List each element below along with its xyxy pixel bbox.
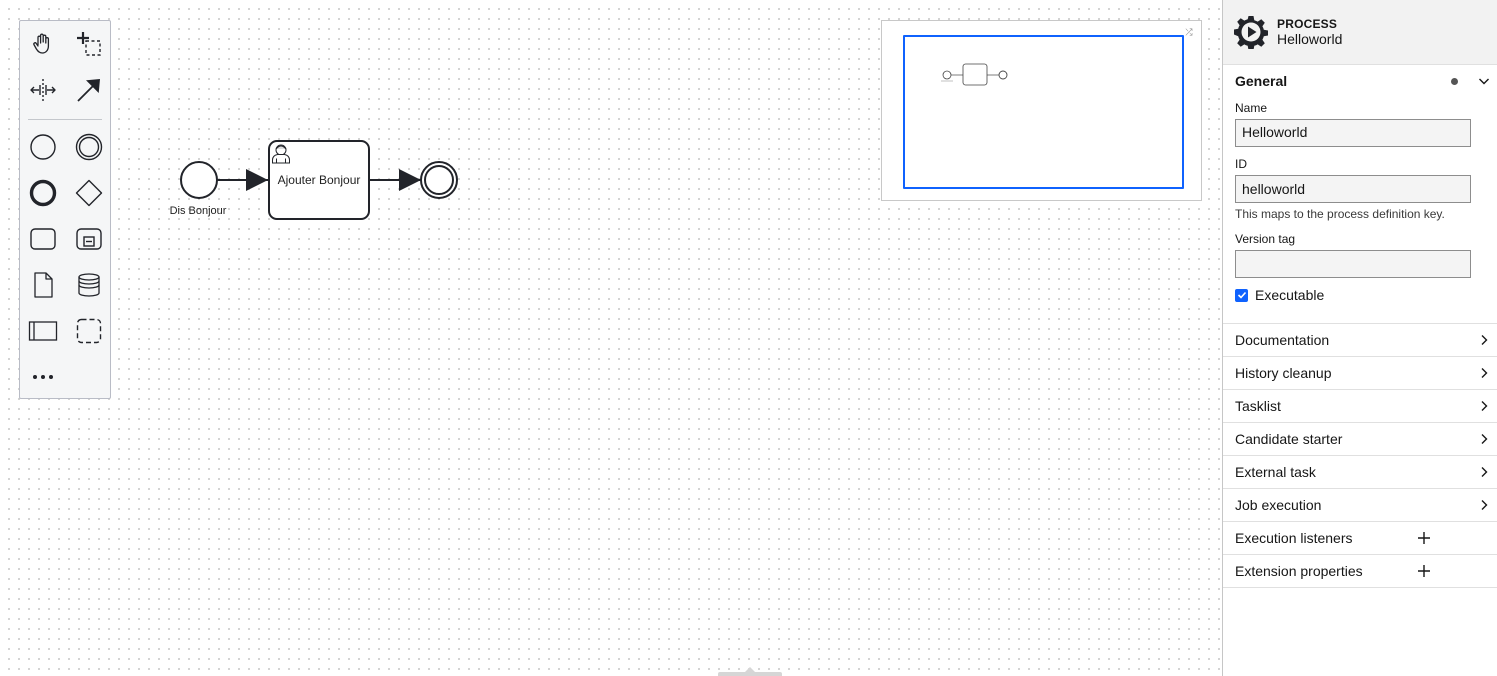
create-data-store-button[interactable] xyxy=(72,268,106,302)
properties-panel-header: PROCESS Helloworld xyxy=(1223,0,1497,65)
add-property-plus-icon[interactable] xyxy=(1417,564,1431,578)
connect-arrow-icon xyxy=(77,79,100,102)
checkmark-icon xyxy=(1237,291,1246,299)
minimap-toggle-icon[interactable]: ⤮ xyxy=(1184,27,1194,37)
group-documentation[interactable]: Documentation xyxy=(1223,324,1497,357)
bottom-panel-handle[interactable] xyxy=(718,672,782,676)
lasso-icon xyxy=(77,32,101,56)
chevron-right-icon xyxy=(1481,467,1488,477)
chevron-right-icon xyxy=(1481,368,1488,378)
properties-panel: PROCESS Helloworld General Name Hellowor… xyxy=(1222,0,1497,676)
hand-icon xyxy=(33,33,50,54)
group-candidate-starter[interactable]: Candidate starter xyxy=(1223,423,1497,456)
hand-tool-button[interactable] xyxy=(26,27,60,61)
chevron-right-icon xyxy=(1481,500,1488,510)
create-data-object-button[interactable] xyxy=(26,268,60,302)
group-general-header[interactable]: General xyxy=(1223,65,1497,97)
id-field-label: ID xyxy=(1235,157,1247,171)
group-job-execution[interactable]: Job execution xyxy=(1223,489,1497,522)
chevron-down-icon xyxy=(1479,78,1489,85)
group-title: Job execution xyxy=(1235,497,1322,513)
element-name-label: Helloworld xyxy=(1277,31,1343,47)
id-field-description: This maps to the process definition key. xyxy=(1235,207,1445,221)
start-event[interactable] xyxy=(180,161,218,199)
group-general: General Name Helloworld ID This maps to … xyxy=(1223,65,1497,324)
lasso-tool-button[interactable] xyxy=(72,27,106,61)
group-title: Execution listeners xyxy=(1235,530,1353,546)
process-gear-icon xyxy=(1234,16,1268,49)
group-title: History cleanup xyxy=(1235,365,1332,381)
id-field[interactable] xyxy=(1235,175,1471,203)
user-task[interactable] xyxy=(268,140,370,220)
start-event-label: Dis Bonjour xyxy=(169,205,227,217)
intermediate-event-icon xyxy=(75,133,103,161)
group-data-indicator xyxy=(1451,78,1458,85)
group-title: External task xyxy=(1235,464,1316,480)
executable-label: Executable xyxy=(1255,287,1325,303)
tool-palette xyxy=(19,20,111,399)
version-tag-field[interactable] xyxy=(1235,250,1471,278)
group-title: Tasklist xyxy=(1235,398,1281,414)
subprocess-icon xyxy=(76,228,102,250)
create-gateway-button[interactable] xyxy=(72,176,106,210)
create-end-event-button[interactable] xyxy=(26,176,60,210)
chevron-right-icon xyxy=(1481,335,1488,345)
group-title: Candidate starter xyxy=(1235,431,1343,447)
start-event-icon xyxy=(30,134,56,160)
add-listener-plus-icon[interactable] xyxy=(1417,531,1431,545)
task-icon xyxy=(30,228,56,250)
chevron-right-icon xyxy=(1481,434,1488,444)
space-tool-button[interactable] xyxy=(26,73,60,107)
group-history-cleanup[interactable]: History cleanup xyxy=(1223,357,1497,390)
create-pool-button[interactable] xyxy=(26,314,60,348)
group-execution-listeners[interactable]: Execution listeners xyxy=(1223,522,1497,555)
palette-separator xyxy=(28,119,102,120)
pool-icon xyxy=(28,321,58,341)
group-external-task[interactable]: External task xyxy=(1223,456,1497,489)
executable-checkbox[interactable] xyxy=(1235,288,1248,302)
create-group-button[interactable] xyxy=(72,314,106,348)
end-event[interactable] xyxy=(420,161,458,199)
more-tools-button[interactable] xyxy=(26,360,60,394)
create-subprocess-button[interactable] xyxy=(72,222,106,256)
group-icon xyxy=(76,318,102,344)
version-tag-label: Version tag xyxy=(1235,232,1296,246)
minimap[interactable]: ⤮ xyxy=(881,20,1202,201)
element-type-label: PROCESS xyxy=(1277,17,1338,31)
group-general-title: General xyxy=(1235,73,1288,89)
create-start-event-button[interactable] xyxy=(26,130,60,164)
data-store-icon xyxy=(78,273,100,297)
chevron-right-icon xyxy=(1481,401,1488,411)
group-title: Documentation xyxy=(1235,332,1330,348)
space-tool-icon xyxy=(30,79,56,101)
create-intermediate-event-button[interactable] xyxy=(72,130,106,164)
gateway-icon xyxy=(75,179,103,207)
executable-checkbox-row[interactable]: Executable xyxy=(1235,287,1324,303)
more-icon xyxy=(33,375,53,379)
minimap-viewport[interactable] xyxy=(903,35,1184,189)
name-field-label: Name xyxy=(1235,101,1268,115)
name-field[interactable]: Helloworld xyxy=(1235,119,1471,147)
connect-tool-button[interactable] xyxy=(72,73,106,107)
group-extension-properties[interactable]: Extension properties xyxy=(1223,555,1497,588)
group-title: Extension properties xyxy=(1235,563,1363,579)
create-task-button[interactable] xyxy=(26,222,60,256)
data-object-icon xyxy=(34,272,53,298)
group-tasklist[interactable]: Tasklist xyxy=(1223,390,1497,423)
end-event-icon xyxy=(29,179,57,207)
